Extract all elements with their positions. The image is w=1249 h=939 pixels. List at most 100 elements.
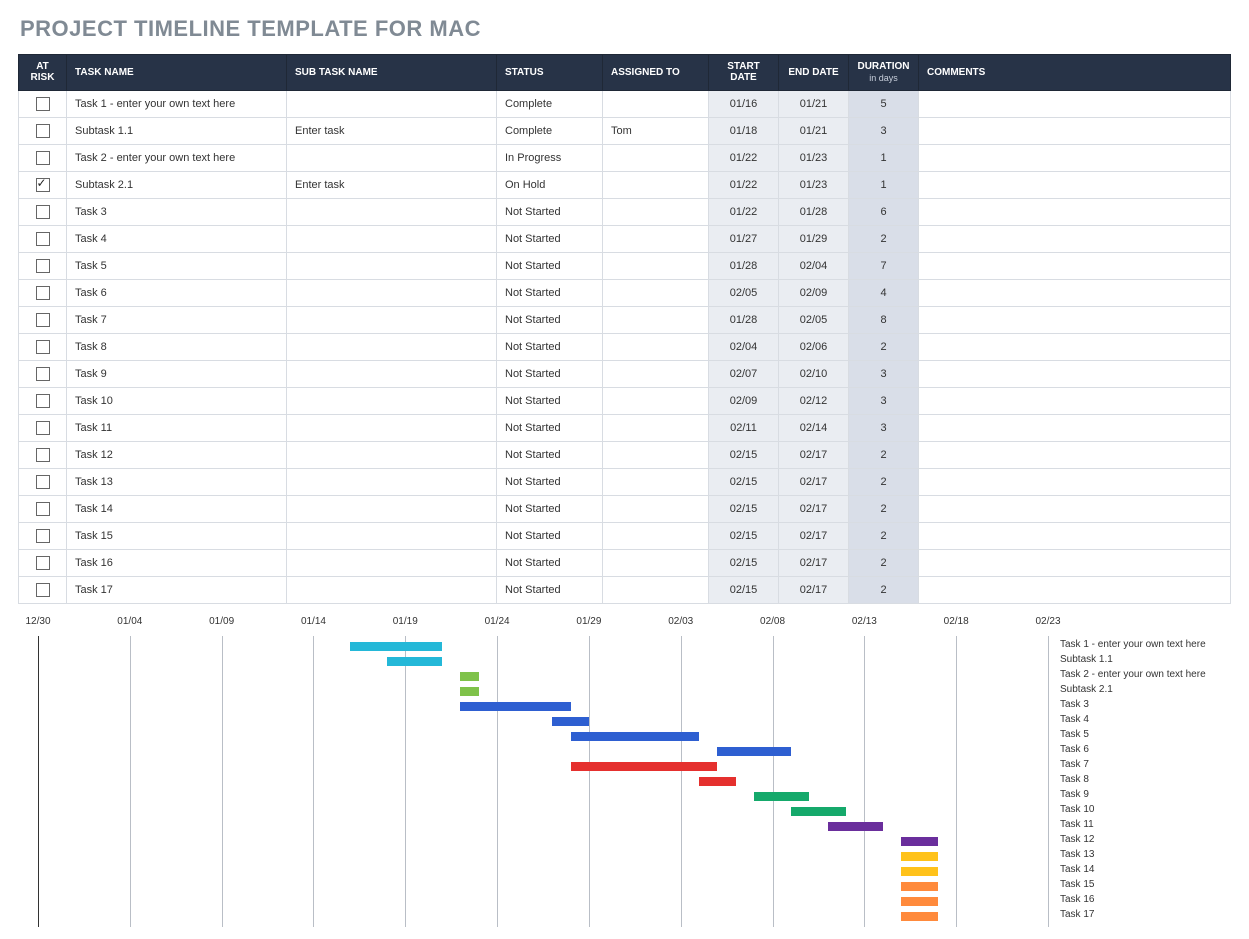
cell-comments[interactable] (919, 144, 1231, 171)
cell-assigned[interactable] (603, 387, 709, 414)
cell-task-name[interactable]: Task 7 (67, 306, 287, 333)
cell-duration[interactable]: 2 (849, 225, 919, 252)
cell-start-date[interactable]: 02/15 (709, 495, 779, 522)
cell-task-name[interactable]: Subtask 1.1 (67, 117, 287, 144)
cell-end-date[interactable]: 02/06 (779, 333, 849, 360)
cell-status[interactable]: On Hold (497, 171, 603, 198)
cell-end-date[interactable]: 01/23 (779, 144, 849, 171)
cell-assigned[interactable] (603, 252, 709, 279)
cell-duration[interactable]: 2 (849, 495, 919, 522)
at-risk-checkbox[interactable] (36, 475, 50, 489)
cell-end-date[interactable]: 01/29 (779, 225, 849, 252)
cell-assigned[interactable] (603, 468, 709, 495)
cell-sub-task[interactable] (287, 414, 497, 441)
cell-task-name[interactable]: Task 16 (67, 549, 287, 576)
cell-assigned[interactable] (603, 333, 709, 360)
cell-sub-task[interactable] (287, 522, 497, 549)
cell-start-date[interactable]: 01/27 (709, 225, 779, 252)
cell-start-date[interactable]: 01/28 (709, 252, 779, 279)
cell-task-name[interactable]: Task 8 (67, 333, 287, 360)
cell-sub-task[interactable]: Enter task (287, 117, 497, 144)
at-risk-checkbox[interactable] (36, 259, 50, 273)
cell-duration[interactable]: 2 (849, 441, 919, 468)
cell-sub-task[interactable] (287, 576, 497, 603)
cell-assigned[interactable] (603, 414, 709, 441)
cell-status[interactable]: Not Started (497, 279, 603, 306)
cell-assigned[interactable] (603, 144, 709, 171)
cell-start-date[interactable]: 01/22 (709, 144, 779, 171)
cell-task-name[interactable]: Task 4 (67, 225, 287, 252)
cell-end-date[interactable]: 02/17 (779, 549, 849, 576)
cell-status[interactable]: Not Started (497, 198, 603, 225)
cell-comments[interactable] (919, 549, 1231, 576)
cell-sub-task[interactable] (287, 198, 497, 225)
cell-duration[interactable]: 7 (849, 252, 919, 279)
cell-comments[interactable] (919, 117, 1231, 144)
cell-comments[interactable] (919, 387, 1231, 414)
cell-comments[interactable] (919, 171, 1231, 198)
at-risk-checkbox[interactable] (36, 286, 50, 300)
cell-duration[interactable]: 6 (849, 198, 919, 225)
cell-end-date[interactable]: 02/17 (779, 441, 849, 468)
at-risk-checkbox[interactable] (36, 232, 50, 246)
at-risk-checkbox[interactable] (36, 529, 50, 543)
cell-comments[interactable] (919, 414, 1231, 441)
cell-comments[interactable] (919, 333, 1231, 360)
cell-start-date[interactable]: 01/18 (709, 117, 779, 144)
cell-start-date[interactable]: 01/22 (709, 171, 779, 198)
cell-assigned[interactable] (603, 576, 709, 603)
cell-end-date[interactable]: 02/10 (779, 360, 849, 387)
cell-start-date[interactable]: 02/05 (709, 279, 779, 306)
cell-sub-task[interactable] (287, 360, 497, 387)
cell-task-name[interactable]: Task 6 (67, 279, 287, 306)
at-risk-checkbox[interactable] (36, 583, 50, 597)
cell-sub-task[interactable] (287, 441, 497, 468)
cell-start-date[interactable]: 02/15 (709, 468, 779, 495)
cell-duration[interactable]: 2 (849, 468, 919, 495)
cell-start-date[interactable]: 02/15 (709, 441, 779, 468)
cell-comments[interactable] (919, 468, 1231, 495)
cell-status[interactable]: Not Started (497, 495, 603, 522)
cell-assigned[interactable] (603, 549, 709, 576)
cell-start-date[interactable]: 02/09 (709, 387, 779, 414)
cell-sub-task[interactable] (287, 333, 497, 360)
at-risk-checkbox[interactable] (36, 421, 50, 435)
at-risk-checkbox[interactable] (36, 448, 50, 462)
at-risk-checkbox[interactable] (36, 178, 50, 192)
cell-duration[interactable]: 3 (849, 117, 919, 144)
cell-start-date[interactable]: 02/15 (709, 522, 779, 549)
cell-comments[interactable] (919, 522, 1231, 549)
cell-duration[interactable]: 3 (849, 414, 919, 441)
cell-task-name[interactable]: Task 1 - enter your own text here (67, 90, 287, 117)
cell-comments[interactable] (919, 225, 1231, 252)
cell-start-date[interactable]: 02/15 (709, 576, 779, 603)
cell-task-name[interactable]: Task 5 (67, 252, 287, 279)
cell-end-date[interactable]: 02/17 (779, 468, 849, 495)
cell-duration[interactable]: 2 (849, 333, 919, 360)
cell-assigned[interactable] (603, 198, 709, 225)
cell-end-date[interactable]: 01/21 (779, 117, 849, 144)
cell-comments[interactable] (919, 306, 1231, 333)
cell-sub-task[interactable] (287, 225, 497, 252)
cell-status[interactable]: Complete (497, 117, 603, 144)
cell-sub-task[interactable] (287, 252, 497, 279)
cell-task-name[interactable]: Task 10 (67, 387, 287, 414)
cell-task-name[interactable]: Task 15 (67, 522, 287, 549)
cell-end-date[interactable]: 02/17 (779, 495, 849, 522)
cell-end-date[interactable]: 02/17 (779, 522, 849, 549)
at-risk-checkbox[interactable] (36, 394, 50, 408)
cell-task-name[interactable]: Task 3 (67, 198, 287, 225)
cell-task-name[interactable]: Task 11 (67, 414, 287, 441)
cell-assigned[interactable] (603, 225, 709, 252)
cell-assigned[interactable] (603, 90, 709, 117)
cell-status[interactable]: Not Started (497, 252, 603, 279)
cell-comments[interactable] (919, 252, 1231, 279)
cell-status[interactable]: In Progress (497, 144, 603, 171)
cell-sub-task[interactable] (287, 387, 497, 414)
cell-status[interactable]: Not Started (497, 576, 603, 603)
cell-assigned[interactable] (603, 495, 709, 522)
cell-sub-task[interactable] (287, 549, 497, 576)
cell-sub-task[interactable] (287, 306, 497, 333)
cell-status[interactable]: Not Started (497, 441, 603, 468)
cell-end-date[interactable]: 01/28 (779, 198, 849, 225)
